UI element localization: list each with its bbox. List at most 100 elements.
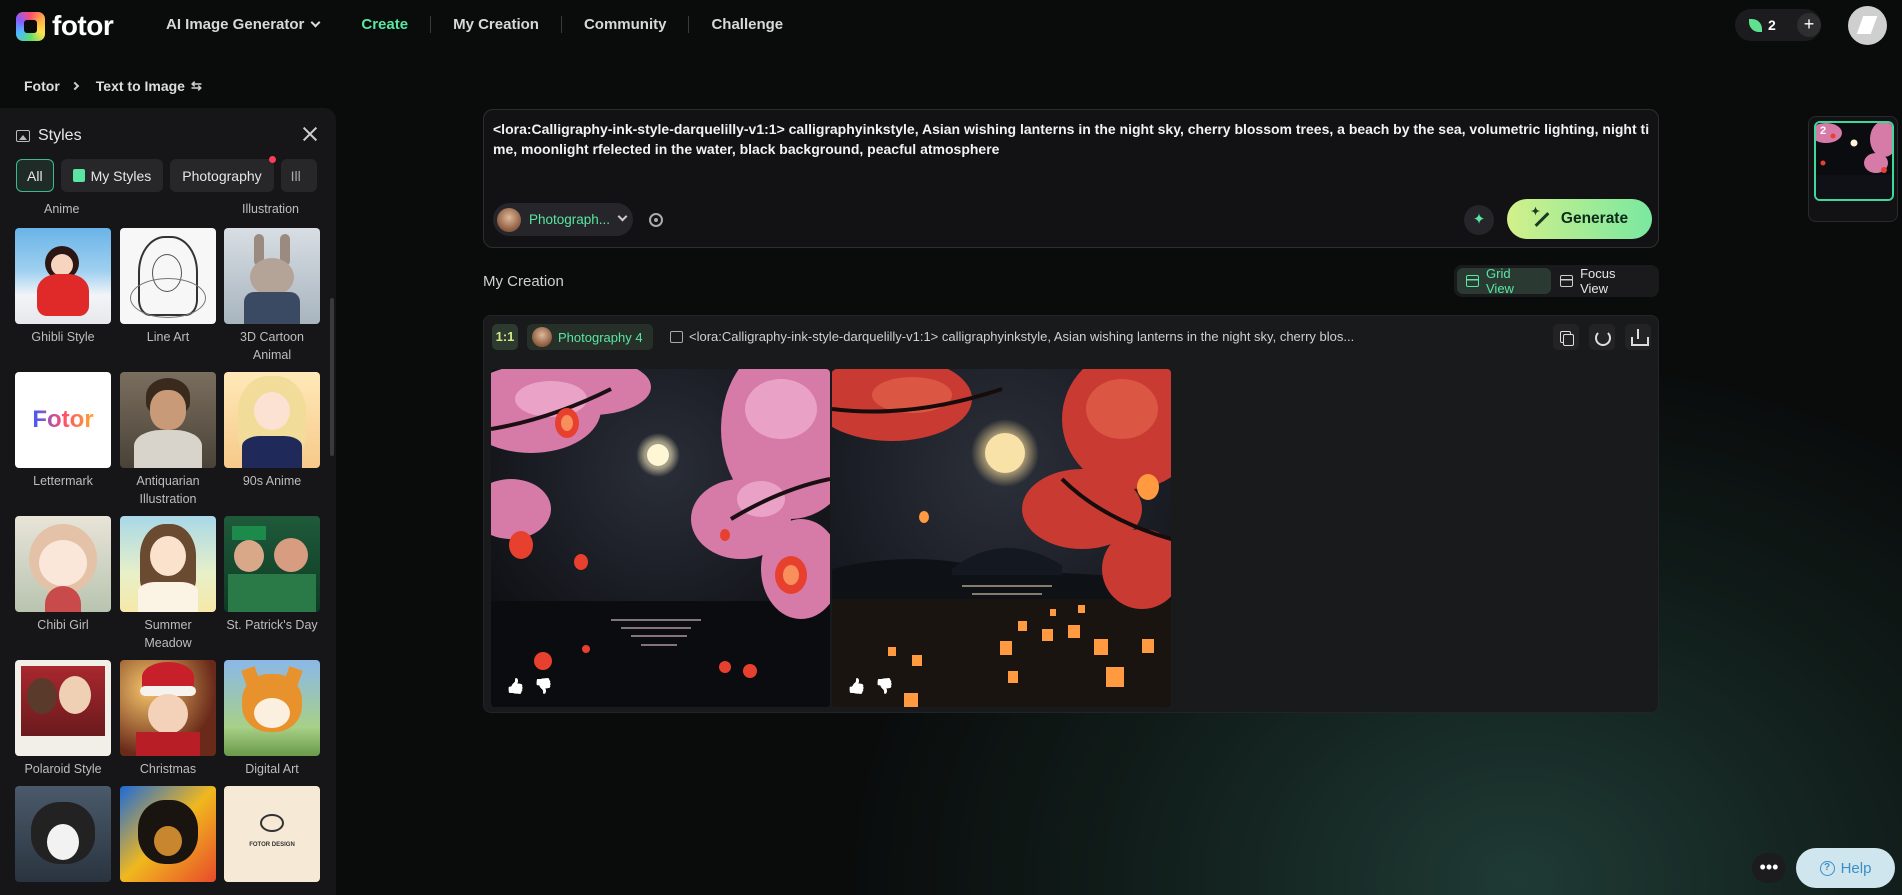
style-card-pop-dog[interactable] [120, 786, 216, 882]
style-filter-chips: All My Styles Photography Ill [16, 156, 317, 192]
style-label: 3D Cartoon Animal [240, 330, 304, 362]
nav-challenge[interactable]: Challenge [711, 16, 783, 33]
nav-community[interactable]: Community [584, 16, 667, 33]
style-card-st-patricks[interactable]: St. Patrick's Day [224, 516, 320, 634]
help-icon: ? [1819, 860, 1835, 876]
style-label: Digital Art [245, 762, 299, 776]
leaf-icon [1749, 18, 1762, 32]
style-card-chibi-girl[interactable]: Chibi Girl [15, 516, 111, 634]
style-avatar [497, 207, 521, 232]
my-creation-title: My Creation [483, 273, 564, 290]
avatar[interactable] [1848, 6, 1887, 45]
prompt-input[interactable]: <lora:Calligraphy-ink-style-darquelilly-… [493, 119, 1653, 159]
thumbs-down-icon[interactable] [875, 677, 895, 697]
chip-illustration[interactable]: Ill [280, 159, 317, 192]
style-label: Antiquarian Illustration [136, 474, 200, 506]
style-label: Polaroid Style [24, 762, 102, 776]
more-options-button[interactable]: ••• [1752, 853, 1786, 883]
style-label: Chibi Girl [37, 618, 89, 632]
styles-header: Styles [16, 127, 82, 145]
remix-icon[interactable] [1589, 324, 1615, 350]
styles-scrollbar[interactable] [330, 298, 334, 456]
prompt-icon [670, 331, 683, 343]
settings-gear-icon[interactable] [649, 213, 663, 227]
history-count: 2 [1820, 125, 1827, 137]
nav-create[interactable]: Create [361, 16, 408, 33]
style-label: Lettermark [33, 474, 93, 488]
chevron-down-icon [310, 17, 321, 28]
breadcrumb-text-to-image[interactable]: Text to Image [96, 78, 185, 94]
style-card-logo-design[interactable]: FOTOR DESIGN [224, 786, 320, 882]
style-selector[interactable]: Photograph... [493, 203, 633, 236]
style-card-90s-anime[interactable]: 90s Anime [224, 372, 320, 490]
credits-count: 2 [1768, 17, 1776, 33]
grid-icon [1466, 275, 1479, 287]
magic-wand-icon [1531, 205, 1551, 229]
style-card-lettermark[interactable]: Fotor Lettermark [15, 372, 111, 490]
view-toggle: Grid View Focus View [1454, 265, 1659, 297]
notification-dot [268, 156, 276, 163]
my-styles-icon [72, 169, 85, 182]
style-card-ghibli[interactable]: Ghibli Style [15, 228, 111, 346]
chevron-right-icon [70, 81, 80, 91]
result-image-1[interactable] [491, 369, 830, 707]
style-card-digital-art[interactable]: Digital Art [224, 660, 320, 778]
download-icon[interactable] [1625, 324, 1651, 350]
chevron-down-icon [617, 211, 628, 222]
grid-view-button[interactable]: Grid View [1457, 266, 1552, 296]
style-card-summer-meadow[interactable]: Summer Meadow [120, 516, 216, 652]
prompt-box: <lora:Calligraphy-ink-style-darquelilly-… [483, 109, 1659, 248]
fotor-logo[interactable]: fotor [16, 10, 114, 42]
style-label-illustration: Illustration [242, 202, 299, 216]
nav-my-creation[interactable]: My Creation [453, 16, 539, 33]
style-label-anime: Anime [44, 202, 80, 216]
main-nav: AI Image Generator Create My Creation Co… [166, 16, 783, 33]
history-thumbnail[interactable]: 2 [1808, 116, 1898, 222]
style-card-dog[interactable] [15, 786, 111, 882]
result-image-2[interactable] [832, 369, 1171, 707]
style-card-3d-cartoon-animal[interactable]: 3D Cartoon Animal [224, 228, 320, 364]
style-card-christmas[interactable]: Christmas [120, 660, 216, 778]
breadcrumb-fotor[interactable]: Fotor [24, 78, 60, 94]
style-card-antiquarian[interactable]: Antiquarian Illustration [120, 372, 216, 508]
lettermark-logo: Fotor [32, 406, 94, 433]
logo-design-text: FOTOR DESIGN [249, 842, 295, 848]
generate-button[interactable]: Generate [1507, 199, 1652, 239]
style-badge[interactable]: Photography 4 [527, 324, 653, 350]
enhance-prompt-button[interactable]: ✦ [1464, 205, 1494, 235]
aspect-ratio-badge: 1:1 [492, 324, 518, 350]
logo-text: fotor [52, 10, 114, 41]
result-card: 1:1 Photography 4 <lora:Calligraphy-ink-… [483, 315, 1659, 713]
add-credits-button[interactable]: + [1797, 13, 1821, 37]
chip-photography[interactable]: Photography [170, 156, 276, 192]
style-avatar [532, 327, 552, 347]
style-label: Summer Meadow [144, 618, 192, 650]
breadcrumb: Fotor Text to Image ⇆ [24, 78, 202, 94]
style-card-line-art[interactable]: Line Art [120, 228, 216, 346]
style-selector-label: Photograph... [529, 212, 611, 227]
focus-view-button[interactable]: Focus View [1551, 266, 1656, 296]
thumbs-up-icon[interactable] [506, 677, 526, 697]
style-label: Christmas [139, 762, 197, 776]
styles-panel: Styles All My Styles Photography Ill Ani… [0, 108, 336, 895]
style-label: St. Patrick's Day [226, 618, 318, 632]
top-bar: fotor AI Image Generator Create My Creat… [0, 0, 1902, 50]
style-label: 90s Anime [242, 474, 302, 488]
thumbs-down-icon[interactable] [534, 677, 554, 697]
chip-my-styles[interactable]: My Styles [60, 159, 164, 192]
rating-buttons [506, 677, 554, 697]
style-label: Ghibli Style [31, 330, 95, 344]
chip-all[interactable]: All [16, 159, 54, 192]
help-button[interactable]: ? Help [1796, 848, 1895, 888]
close-icon[interactable] [302, 126, 318, 142]
swap-icon[interactable]: ⇆ [191, 78, 202, 94]
prompt-preview[interactable]: <lora:Calligraphy-ink-style-darquelilly-… [689, 329, 1449, 344]
copy-icon[interactable] [1553, 324, 1579, 350]
rating-buttons [847, 677, 895, 697]
history-image[interactable]: 2 [1814, 121, 1894, 201]
thumbs-up-icon[interactable] [847, 677, 867, 697]
product-menu[interactable]: AI Image Generator [166, 16, 321, 33]
style-card-polaroid[interactable]: Polaroid Style [15, 660, 111, 778]
style-label: Line Art [146, 330, 190, 344]
image-icon [16, 130, 30, 142]
